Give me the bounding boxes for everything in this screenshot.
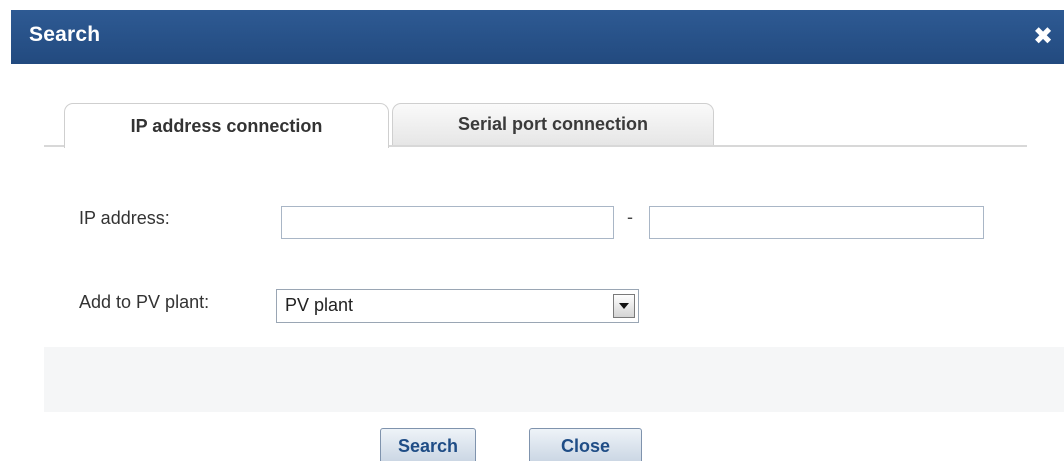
connection-tabs: IP address connection Serial port connec… [44,103,1027,149]
add-to-pv-plant-label: Add to PV plant: [79,292,210,312]
dialog-title: Search [29,23,101,46]
tab-ip-address-connection[interactable]: IP address connection [64,103,389,148]
pv-plant-select[interactable]: PV plant [276,289,639,323]
chevron-down-icon [619,303,629,309]
form-footer-shade [44,347,1064,412]
pv-plant-selected-value: PV plant [285,295,354,315]
search-dialog: Search ✖ IP address connection Serial po… [0,0,1064,461]
ip-range-separator: - [627,207,633,227]
dropdown-button[interactable] [613,294,635,318]
close-icon[interactable]: ✖ [1032,25,1054,49]
ip-address-to-input[interactable] [649,206,984,239]
close-button[interactable]: Close [529,428,642,461]
search-button[interactable]: Search [380,428,476,461]
ip-address-from-input[interactable] [281,206,614,239]
ip-address-label: IP address: [79,208,170,228]
tab-serial-port-connection[interactable]: Serial port connection [392,103,714,145]
dialog-titlebar: Search ✖ [11,10,1064,64]
